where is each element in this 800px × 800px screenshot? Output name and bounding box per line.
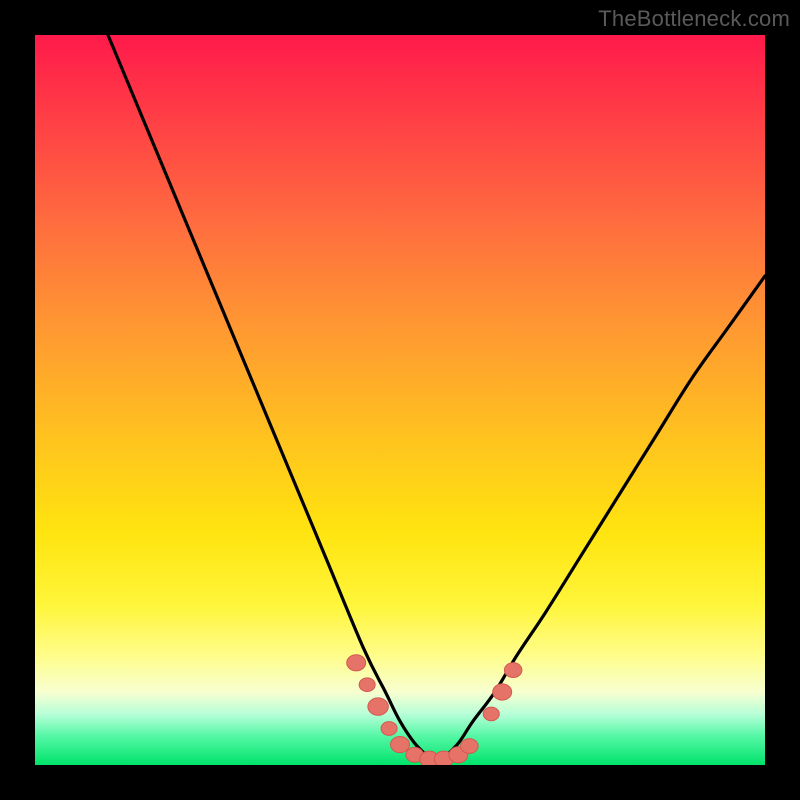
gradient-plot-area [35,35,765,765]
marker-dot [483,707,499,721]
marker-dot [461,739,479,754]
curve-layer [35,35,765,765]
marker-dot [381,722,397,736]
left-bottleneck-curve [108,35,429,758]
marker-dot [391,736,410,752]
watermark-text: TheBottleneck.com [598,6,790,32]
right-bottleneck-curve [444,276,765,758]
outer-frame: TheBottleneck.com [0,0,800,800]
marker-dot [493,684,512,700]
marker-dot [504,663,522,678]
marker-dot [359,678,375,692]
marker-dot [347,655,366,671]
marker-dot [368,698,388,715]
